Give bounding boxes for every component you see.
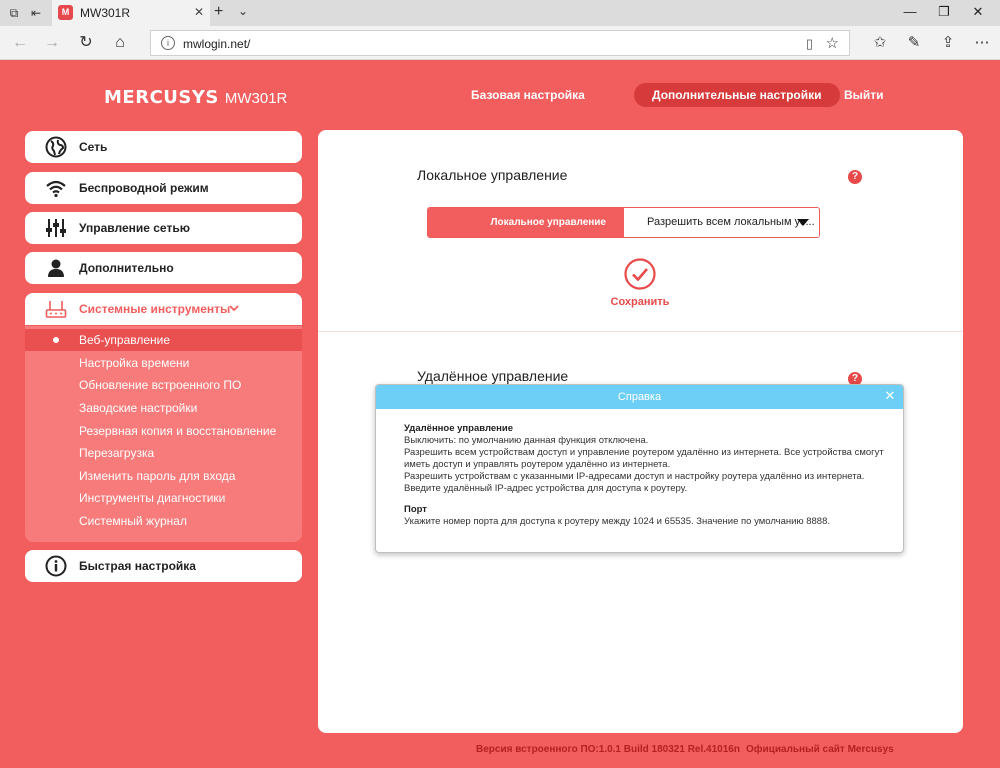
submenu-item-label: Инструменты диагностики	[79, 491, 226, 505]
more-icon[interactable]: ⋯	[972, 33, 992, 53]
dropdown-arrow-icon	[797, 219, 809, 226]
local-management-title: Локальное управление	[417, 167, 568, 183]
sidebar-item-network[interactable]: Сеть	[25, 131, 302, 163]
user-icon	[48, 259, 64, 277]
nav-advanced-settings[interactable]: Дополнительные настройки	[634, 83, 840, 107]
wifi-icon	[46, 180, 66, 198]
router-icon	[45, 301, 67, 318]
globe-icon	[45, 136, 67, 158]
submenu-item-diagnostics[interactable]: Инструменты диагностики	[25, 487, 302, 509]
sidebar-item-wireless[interactable]: Беспроводной режим	[25, 172, 302, 204]
submenu-item-factory-defaults[interactable]: Заводские настройки	[25, 397, 302, 419]
info-icon	[45, 555, 67, 577]
address-bar[interactable]: i mwlogin.net/ ▯ ☆	[150, 30, 850, 56]
sidebar-item-quick-setup[interactable]: Быстрая настройка	[25, 550, 302, 582]
tab-close-icon[interactable]: ✕	[194, 5, 204, 19]
favorites-icon[interactable]: ✩	[870, 33, 890, 53]
sidebar-item-label: Системные инструменты	[79, 302, 231, 316]
favicon-icon: M	[58, 5, 73, 20]
select-value: Разрешить всем локальным ус...	[647, 216, 815, 228]
help-text: Разрешить всем устройствам доступ и упра…	[404, 447, 884, 470]
back-tabs-icon[interactable]: ⇤	[28, 5, 44, 21]
help-text: Разрешить устройствам с указанными IP-ад…	[404, 471, 865, 494]
active-dot-icon	[53, 337, 59, 343]
nav-basic-settings[interactable]: Базовая настройка	[471, 83, 585, 107]
submenu-item-system-log[interactable]: Системный журнал	[25, 510, 302, 532]
help-heading: Порт	[404, 504, 427, 515]
favorite-star-icon[interactable]: ☆	[826, 34, 839, 52]
sidebar-item-network-control[interactable]: Управление сетью	[25, 212, 302, 244]
url-text[interactable]: mwlogin.net/	[183, 37, 250, 51]
help-heading: Удалённое управление	[404, 423, 514, 434]
site-info-icon[interactable]: i	[161, 36, 175, 50]
tab-actions-icon[interactable]: ⧉	[6, 5, 22, 21]
save-check-icon[interactable]	[624, 258, 656, 290]
local-management-select[interactable]: Разрешить всем локальным ус...	[624, 208, 819, 237]
submenu-item-label: Настройка времени	[79, 356, 190, 370]
save-button[interactable]: Сохранить	[590, 296, 690, 308]
sidebar-item-system-tools[interactable]: Системные инструменты	[25, 293, 302, 325]
firmware-version: Версия встроенного ПО:1.0.1 Build 180321…	[476, 744, 740, 755]
model-name: MW301R	[224, 90, 288, 107]
system-tools-submenu: Веб-управление Настройка времени Обновле…	[25, 326, 302, 542]
section-divider	[318, 331, 963, 332]
nav-logout[interactable]: Выйти	[844, 83, 884, 107]
brand-name: MERCUSYS	[104, 87, 219, 108]
refresh-icon[interactable]: ↻	[76, 33, 96, 53]
sidebar-item-label: Управление сетью	[79, 221, 190, 235]
sidebar-item-additional[interactable]: Дополнительно	[25, 252, 302, 284]
new-tab-icon[interactable]: +	[214, 3, 223, 21]
tab-title: MW301R	[80, 6, 131, 20]
reading-view-icon[interactable]: ▯	[806, 36, 813, 52]
tab-menu-chevron-icon[interactable]: ⌄	[238, 4, 248, 18]
sidebar-item-label: Быстрая настройка	[79, 559, 196, 573]
submenu-item-label: Перезагрузка	[79, 446, 155, 460]
help-question-icon[interactable]: ?	[848, 170, 862, 184]
close-icon[interactable]: ✕	[883, 389, 897, 403]
logo: MERCUSYS MW301R	[104, 87, 287, 108]
submenu-item-time-settings[interactable]: Настройка времени	[25, 352, 302, 374]
chevron-down-icon	[229, 305, 239, 312]
submenu-item-label: Заводские настройки	[79, 401, 198, 415]
help-text: Укажите номер порта для доступа к роутер…	[404, 516, 830, 527]
local-management-field: Локальное управление Разрешить всем лока…	[427, 207, 820, 238]
window-close-icon[interactable]: ✕	[968, 4, 988, 20]
back-icon[interactable]: ←	[10, 33, 30, 53]
forward-icon[interactable]: →	[42, 33, 62, 53]
sliders-icon	[46, 219, 66, 237]
submenu-item-web-management[interactable]: Веб-управление	[25, 329, 302, 351]
sidebar-item-label: Беспроводной режим	[79, 181, 209, 195]
submenu-item-firmware-update[interactable]: Обновление встроенного ПО	[25, 374, 302, 396]
help-dialog-title: Справка	[376, 385, 903, 409]
sidebar-item-label: Дополнительно	[79, 261, 174, 275]
submenu-item-label: Веб-управление	[79, 333, 171, 347]
submenu-item-label: Обновление встроенного ПО	[79, 378, 242, 392]
browser-tab-bar: ⧉ ⇤ M MW301R ✕ + ⌄ — ❐ ✕	[0, 0, 1000, 26]
minimize-icon[interactable]: —	[900, 4, 920, 19]
submenu-item-reboot[interactable]: Перезагрузка	[25, 442, 302, 464]
submenu-item-label: Изменить пароль для входа	[79, 469, 236, 483]
sidebar-item-label: Сеть	[79, 140, 108, 154]
help-dialog: Справка ✕ Удалённое управление Выключить…	[375, 384, 904, 553]
help-text: Выключить: по умолчанию данная функция о…	[404, 435, 649, 446]
home-icon[interactable]: ⌂	[110, 33, 130, 53]
restore-icon[interactable]: ❐	[934, 4, 954, 20]
submenu-item-backup-restore[interactable]: Резервная копия и восстановление	[25, 420, 302, 442]
official-site-link[interactable]: Официальный сайт Mercusys	[746, 744, 894, 755]
pen-icon[interactable]: ✎	[904, 33, 924, 53]
remote-management-title: Удалённое управление	[417, 368, 569, 384]
local-management-label: Локальное управление	[428, 208, 624, 237]
submenu-item-label: Системный журнал	[79, 514, 187, 528]
submenu-item-change-password[interactable]: Изменить пароль для входа	[25, 465, 302, 487]
browser-tab[interactable]: M MW301R ✕	[52, 0, 210, 26]
address-toolbar: ← → ↻ ⌂ i mwlogin.net/ ▯ ☆ ✩ ✎ ⇪ ⋯	[0, 26, 1000, 60]
help-dialog-body: Удалённое управление Выключить: по умолч…	[404, 423, 884, 528]
submenu-item-label: Резервная копия и восстановление	[79, 424, 277, 438]
share-icon[interactable]: ⇪	[938, 33, 958, 53]
